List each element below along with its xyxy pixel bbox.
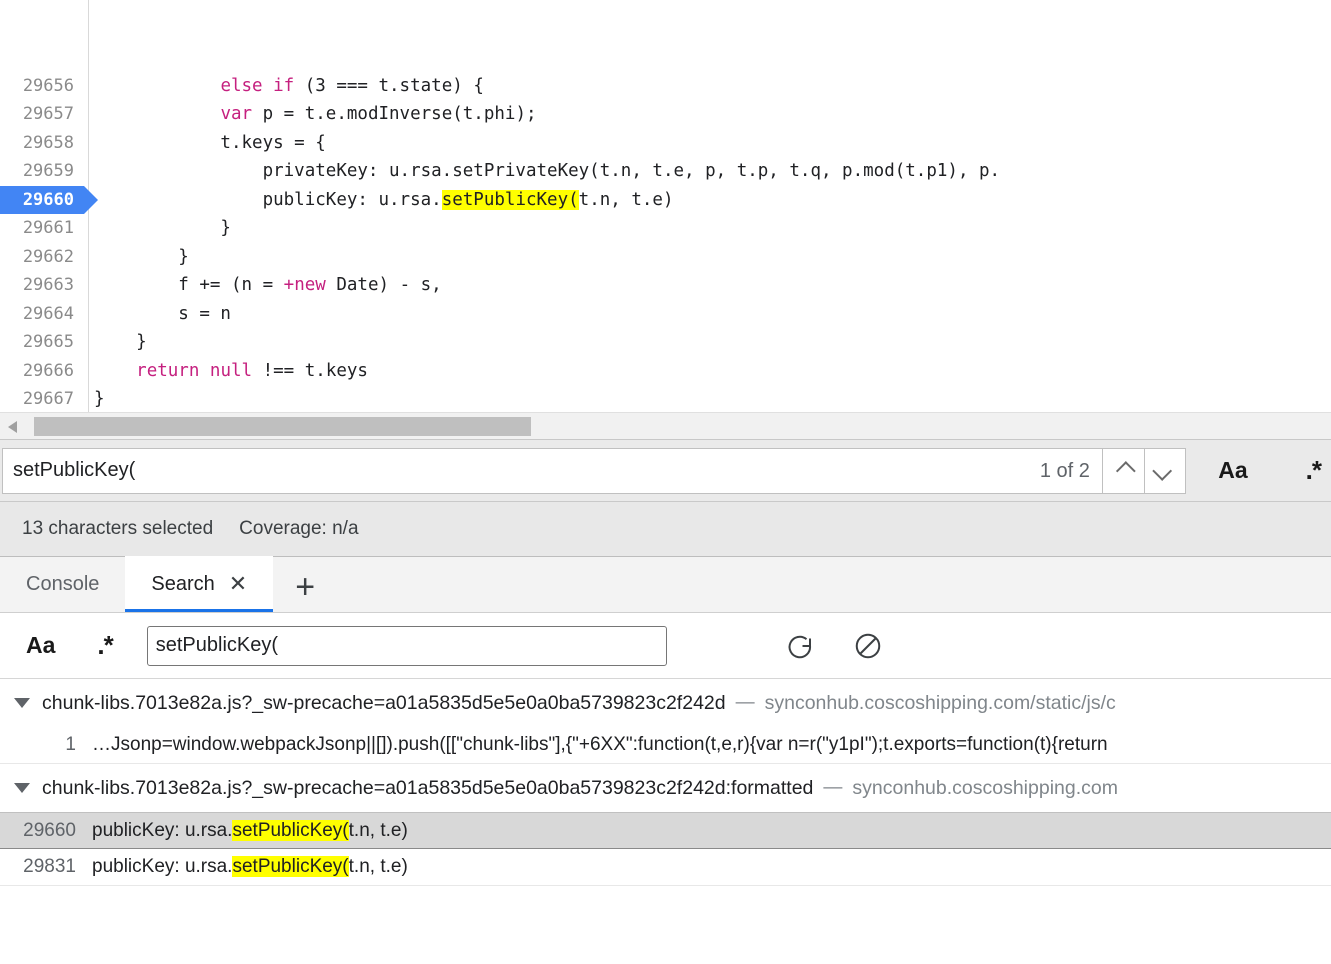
code-line[interactable]: 29661 } bbox=[0, 214, 1331, 243]
result-separator: — bbox=[735, 692, 755, 713]
result-group-header[interactable]: chunk-libs.7013e82a.js?_sw-precache=a01a… bbox=[0, 679, 1331, 727]
result-row[interactable]: 29831 publicKey: u.rsa.setPublicKey(t.n, … bbox=[0, 849, 1331, 886]
result-line-text: publicKey: u.rsa.setPublicKey(t.n, t.e) bbox=[92, 856, 408, 877]
code-line[interactable]: 29658 t.keys = { bbox=[0, 129, 1331, 158]
line-number[interactable]: 29667 bbox=[0, 385, 84, 412]
search-input-container[interactable] bbox=[146, 625, 667, 666]
horizontal-scrollbar-thumb[interactable] bbox=[34, 417, 531, 436]
drawer-tab-bar: Console Search ✕ + bbox=[0, 556, 1331, 613]
code-line[interactable]: 29657 var p = t.e.modInverse(t.phi); bbox=[0, 100, 1331, 129]
result-group-header[interactable]: chunk-libs.7013e82a.js?_sw-precache=a01a… bbox=[0, 764, 1331, 812]
code-line[interactable]: 29666 return null !== t.keys bbox=[0, 357, 1331, 386]
code-line-text: } bbox=[94, 218, 231, 238]
result-file-name: chunk-libs.7013e82a.js?_sw-precache=a01a… bbox=[42, 776, 814, 799]
search-toolbar: Aa .* bbox=[0, 613, 1331, 679]
code-line-text: t.keys = { bbox=[94, 132, 326, 153]
result-file-url: synconhub.coscoshipping.com/static/js/c bbox=[764, 691, 1116, 714]
line-number[interactable]: 29659 bbox=[0, 157, 84, 186]
result-match-highlight: setPublicKey( bbox=[232, 819, 349, 841]
find-match-count: 1 of 2 bbox=[1039, 459, 1090, 482]
code-line-text: f += (n = +new Date) - s, bbox=[94, 275, 442, 295]
code-line[interactable]: 29665 } bbox=[0, 328, 1331, 357]
result-separator: — bbox=[823, 777, 843, 798]
code-line-text: var p = t.e.modInverse(t.phi); bbox=[220, 104, 537, 124]
code-line-text: } bbox=[94, 246, 189, 267]
search-match-case-button[interactable]: Aa bbox=[18, 632, 63, 659]
line-number[interactable]: 29658 bbox=[0, 129, 84, 158]
coverage-status: Coverage: n/a bbox=[239, 518, 359, 539]
code-line-text: s = n bbox=[94, 303, 231, 324]
line-number[interactable]: 29665 bbox=[0, 328, 84, 357]
result-line-number: 29660 bbox=[23, 819, 76, 841]
line-number[interactable]: 29663 bbox=[0, 271, 84, 300]
code-line[interactable]: 29663 f += (n = +new Date) - s, bbox=[0, 271, 1331, 300]
line-number[interactable]: 29661 bbox=[0, 214, 84, 243]
scroll-left-arrow-icon[interactable] bbox=[8, 421, 17, 433]
result-match-highlight: setPublicKey( bbox=[232, 856, 349, 877]
tab-search-label: Search bbox=[151, 572, 215, 595]
code-line-text: } bbox=[94, 389, 105, 409]
triangle-down-icon[interactable] bbox=[14, 783, 30, 793]
search-input[interactable] bbox=[147, 627, 666, 664]
find-options: Aa .* bbox=[1208, 451, 1331, 490]
search-regex-button[interactable]: .* bbox=[89, 630, 120, 661]
code-viewport[interactable]: 29656 else if (3 === t.state) {29657 var… bbox=[0, 0, 1331, 412]
line-number[interactable]: 29660 bbox=[0, 185, 98, 214]
result-line-number: 29831 bbox=[23, 856, 76, 877]
result-file-url: synconhub.coscoshipping.com bbox=[852, 776, 1118, 799]
triangle-down-icon[interactable] bbox=[14, 698, 30, 708]
line-number[interactable]: 29666 bbox=[0, 357, 84, 386]
clear-icon[interactable] bbox=[845, 623, 891, 669]
find-next-button[interactable] bbox=[1144, 447, 1187, 494]
find-match-case-button[interactable]: Aa bbox=[1208, 453, 1257, 488]
code-line-text: return null !== t.keys bbox=[136, 360, 368, 381]
code-line[interactable]: 29664 s = n bbox=[0, 300, 1331, 329]
code-line[interactable]: 29662 } bbox=[0, 243, 1331, 272]
source-code-editor[interactable]: 29656 else if (3 === t.state) {29657 var… bbox=[0, 0, 1331, 412]
add-tab-button[interactable]: + bbox=[285, 570, 325, 604]
editor-status-bar: 13 characters selected Coverage: n/a bbox=[0, 502, 1331, 557]
chevron-up-icon bbox=[1116, 460, 1136, 481]
result-file-name: chunk-libs.7013e82a.js?_sw-precache=a01a… bbox=[42, 691, 726, 714]
line-number[interactable]: 29662 bbox=[0, 243, 84, 272]
find-input-container[interactable]: 1 of 2 bbox=[2, 447, 1103, 494]
code-line[interactable]: 29667} bbox=[0, 385, 1331, 412]
code-line[interactable]: 29659 privateKey: u.rsa.setPrivateKey(t.… bbox=[0, 157, 1331, 186]
code-line-text: privateKey: u.rsa.setPrivateKey(t.n, t.e… bbox=[94, 161, 1001, 181]
code-line[interactable]: 29656 else if (3 === t.state) { bbox=[0, 72, 1331, 101]
line-number[interactable]: 29656 bbox=[0, 72, 84, 101]
search-results-list[interactable]: chunk-libs.7013e82a.js?_sw-precache=a01a… bbox=[0, 679, 1331, 964]
find-input[interactable] bbox=[3, 449, 903, 492]
chevron-down-icon bbox=[1152, 460, 1172, 481]
result-line-text: …Jsonp=window.webpackJsonp||[]).push([["… bbox=[92, 734, 1108, 755]
line-number[interactable]: 29657 bbox=[0, 100, 84, 129]
code-line-active[interactable]: 29660 publicKey: u.rsa.setPublicKey(t.n,… bbox=[0, 185, 1331, 214]
result-row[interactable]: 1 …Jsonp=window.webpackJsonp||[]).push([[… bbox=[0, 727, 1331, 764]
find-previous-button[interactable] bbox=[1102, 447, 1145, 494]
refresh-icon[interactable] bbox=[777, 623, 823, 669]
code-line-text: publicKey: u.rsa.setPublicKey(t.n, t.e) bbox=[94, 189, 674, 210]
code-search-highlight: setPublicKey( bbox=[441, 189, 579, 210]
result-line-text: publicKey: u.rsa.setPublicKey(t.n, t.e) bbox=[92, 819, 408, 841]
result-row[interactable]: 29660 publicKey: u.rsa.setPublicKey(t.n, … bbox=[0, 812, 1331, 849]
code-lines: 29656 else if (3 === t.state) {29657 var… bbox=[0, 72, 1331, 413]
close-icon[interactable]: ✕ bbox=[229, 573, 247, 595]
tab-console-label: Console bbox=[26, 572, 100, 595]
tab-search[interactable]: Search ✕ bbox=[125, 556, 274, 612]
result-line-number: 1 bbox=[65, 734, 76, 755]
find-regex-button[interactable]: .* bbox=[1296, 451, 1331, 490]
editor-find-bar[interactable]: 1 of 2 Aa .* bbox=[0, 440, 1331, 502]
editor-horizontal-scrollbar[interactable] bbox=[0, 412, 1331, 440]
line-number[interactable]: 29664 bbox=[0, 300, 84, 329]
selection-status: 13 characters selected bbox=[22, 518, 214, 539]
tab-console[interactable]: Console bbox=[0, 556, 125, 612]
code-line-text: else if (3 === t.state) { bbox=[220, 75, 484, 96]
code-line-text: } bbox=[94, 332, 147, 352]
